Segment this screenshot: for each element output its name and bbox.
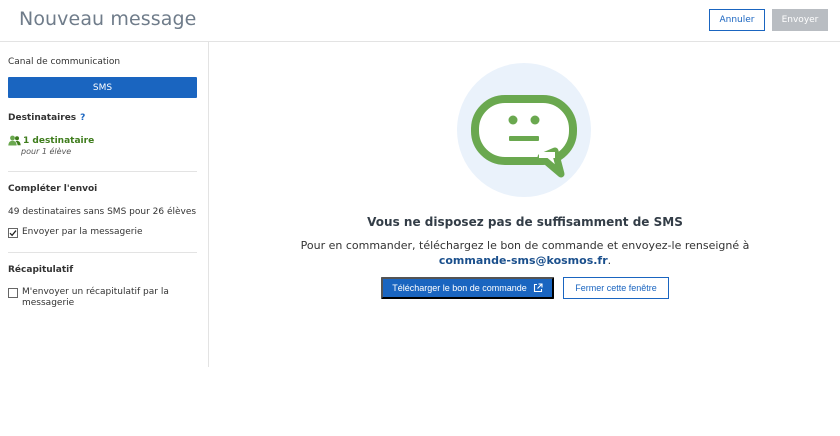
- message-email-line: commande-sms@kosmos.fr.: [210, 253, 840, 268]
- complete-checkbox-row[interactable]: Envoyer par la messagerie: [8, 227, 143, 238]
- close-window-button[interactable]: Fermer cette fenêtre: [563, 277, 669, 299]
- summary-checkbox-row[interactable]: M'envoyer un récapitulatif par la messag…: [8, 287, 193, 309]
- recipients-sub: pour 1 élève: [21, 147, 72, 156]
- message-body: Pour en commander, téléchargez le bon de…: [210, 238, 840, 268]
- summary-checkbox-label: M'envoyer un récapitulatif par la messag…: [22, 287, 169, 308]
- summary-title: Récapitulatif: [8, 265, 74, 275]
- recipients-title-text: Destinataires: [8, 113, 77, 123]
- users-icon: [8, 135, 21, 146]
- order-email-link[interactable]: commande-sms@kosmos.fr: [439, 254, 608, 267]
- complete-info: 49 destinataires sans SMS pour 26 élèves: [8, 207, 197, 217]
- chat-bubble-neutral-face-icon: [457, 63, 591, 197]
- summary-checkbox[interactable]: [8, 288, 18, 298]
- email-suffix: .: [607, 254, 612, 267]
- header: Nouveau message Annuler Envoyer: [0, 0, 840, 42]
- main-panel: Vous ne disposez pas de suffisamment de …: [210, 42, 840, 367]
- send-button[interactable]: Envoyer: [772, 9, 828, 31]
- cancel-button[interactable]: Annuler: [709, 9, 765, 31]
- recipients-count: 1 destinataire: [23, 135, 95, 146]
- page-title: Nouveau message: [19, 8, 197, 30]
- complete-title: Compléter l'envoi: [8, 184, 98, 194]
- channel-sms-button[interactable]: SMS: [8, 77, 197, 98]
- recipients-title: Destinataires?: [8, 113, 85, 123]
- download-order-form-label: Télécharger le bon de commande: [392, 283, 527, 293]
- message-body-text: Pour en commander, téléchargez le bon de…: [300, 239, 750, 252]
- sidebar: Canal de communication SMS Destinataires…: [0, 42, 209, 367]
- download-order-form-button[interactable]: Télécharger le bon de commande: [381, 277, 554, 299]
- messaging-checkbox[interactable]: [8, 228, 18, 238]
- message-title: Vous ne disposez pas de suffisamment de …: [367, 215, 683, 229]
- divider: [8, 171, 197, 172]
- recipients-summary[interactable]: 1 destinataire: [8, 135, 94, 146]
- help-icon[interactable]: ?: [80, 113, 85, 123]
- check-icon: [9, 230, 17, 237]
- external-link-icon: [533, 283, 543, 293]
- divider: [8, 252, 197, 253]
- messaging-checkbox-label: Envoyer par la messagerie: [22, 227, 143, 237]
- channel-label: Canal de communication: [8, 57, 121, 67]
